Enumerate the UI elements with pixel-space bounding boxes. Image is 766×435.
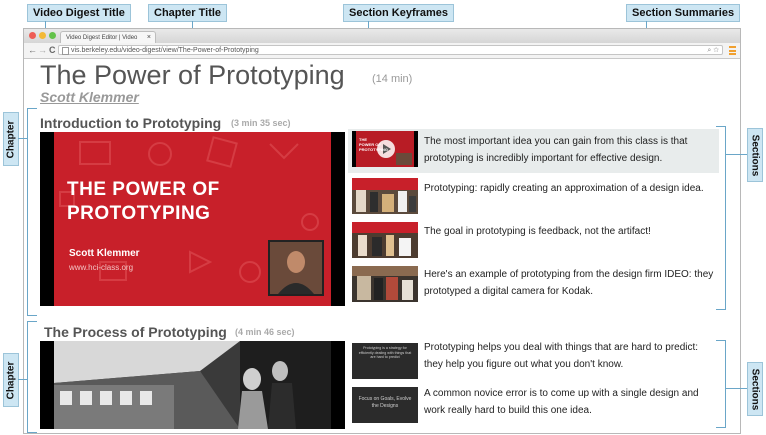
- minimize-window-icon[interactable]: [39, 32, 46, 39]
- keyframe-text: THE POWER OF PROTOTYPING: [359, 137, 389, 152]
- keyframe-thumb: [352, 222, 418, 258]
- page-icon: [62, 47, 69, 55]
- forward-icon[interactable]: →: [38, 43, 47, 58]
- chapter-1-duration: (3 min 35 sec): [231, 118, 291, 128]
- callout-video-digest-title: Video Digest Title: [27, 4, 131, 22]
- callout-section-summaries: Section Summaries: [626, 4, 741, 22]
- section-keyframe[interactable]: THE POWER OF PROTOTYPING: [352, 131, 418, 167]
- keyframe-text: Focus on Goals, Evolve the Designs: [358, 396, 412, 409]
- callout-chapter-1: Chapter: [3, 112, 19, 166]
- slide-title-line-2: PROTOTYPING: [67, 203, 211, 224]
- section-summary[interactable]: Prototyping helps you deal with things t…: [424, 339, 718, 373]
- callout-section-keyframes: Section Keyframes: [343, 4, 455, 22]
- bracket-connector: [725, 388, 747, 389]
- section-keyframe[interactable]: Prototyping is a strategy for efficientl…: [352, 343, 418, 379]
- author-link[interactable]: Scott Klemmer: [40, 89, 139, 105]
- keyframe-thumb: [352, 178, 418, 214]
- bracket-connector: [18, 138, 27, 139]
- menu-icon[interactable]: [729, 46, 736, 55]
- slide-presenter: Scott Klemmer: [69, 248, 140, 259]
- bracket-connector: [725, 154, 747, 155]
- chapter-1-title[interactable]: Introduction to Prototyping: [40, 115, 221, 131]
- slide-site: www.hci-class.org: [69, 263, 134, 272]
- chapter-1-bracket: [27, 108, 37, 316]
- section-keyframe[interactable]: [352, 222, 418, 258]
- callout-chapter-title: Chapter Title: [148, 4, 228, 22]
- address-row: ← → C vis.berkeley.edu/video-digest/view…: [24, 43, 740, 59]
- chapter-2-duration: (4 min 46 sec): [235, 327, 295, 337]
- callout-chapter-2: Chapter: [3, 353, 19, 407]
- search-star-icons[interactable]: ⌕ ☆: [707, 46, 719, 56]
- keyframe-text: Prototyping is a strategy for efficientl…: [358, 346, 412, 359]
- reload-icon[interactable]: C: [49, 43, 56, 58]
- chapter-1-keyframe[interactable]: THE POWER OF PROTOTYPING Scott Klemmer w…: [40, 132, 345, 306]
- section-keyframe[interactable]: Focus on Goals, Evolve the Designs: [352, 387, 418, 423]
- callout-sections-2: Sections: [747, 362, 763, 416]
- slide-title: THE POWER OF PROTOTYPING: [67, 178, 220, 226]
- video-title: The Power of Prototyping: [40, 60, 345, 90]
- chapter-2-title[interactable]: The Process of Prototyping: [44, 324, 227, 340]
- sections-2-bracket: [716, 340, 726, 428]
- close-window-icon[interactable]: [29, 32, 36, 39]
- slide-title-line-1: THE POWER OF: [67, 179, 220, 200]
- title-bar: Video Digest Editor | Video ×: [24, 29, 740, 43]
- maximize-window-icon[interactable]: [49, 32, 56, 39]
- section-keyframe[interactable]: [352, 178, 418, 214]
- bracket-connector: [18, 379, 27, 380]
- chapter-2-bracket: [27, 321, 37, 433]
- browser-tab[interactable]: Video Digest Editor | Video ×: [60, 31, 156, 43]
- keyframe-photo: [40, 341, 345, 429]
- keyframe-thumb: [352, 266, 418, 302]
- callout-sections-1: Sections: [747, 128, 763, 182]
- section-summary[interactable]: The goal in prototyping is feedback, not…: [424, 223, 718, 240]
- video-duration: (14 min): [372, 73, 413, 85]
- tab-title: Video Digest Editor | Video: [66, 35, 138, 41]
- chapter-2-keyframe[interactable]: [40, 341, 345, 429]
- url-bar[interactable]: vis.berkeley.edu/video-digest/view/The-P…: [58, 45, 723, 55]
- section-keyframe[interactable]: [352, 266, 418, 302]
- section-summary[interactable]: Here's an example of prototyping from th…: [424, 266, 718, 300]
- back-icon[interactable]: ←: [28, 43, 37, 58]
- section-summary[interactable]: The most important idea you can gain fro…: [424, 133, 718, 167]
- section-summary[interactable]: Prototyping: rapidly creating an approxi…: [424, 180, 718, 197]
- section-summary[interactable]: A common novice error is to come up with…: [424, 385, 718, 419]
- url-text: vis.berkeley.edu/video-digest/view/The-P…: [71, 47, 259, 54]
